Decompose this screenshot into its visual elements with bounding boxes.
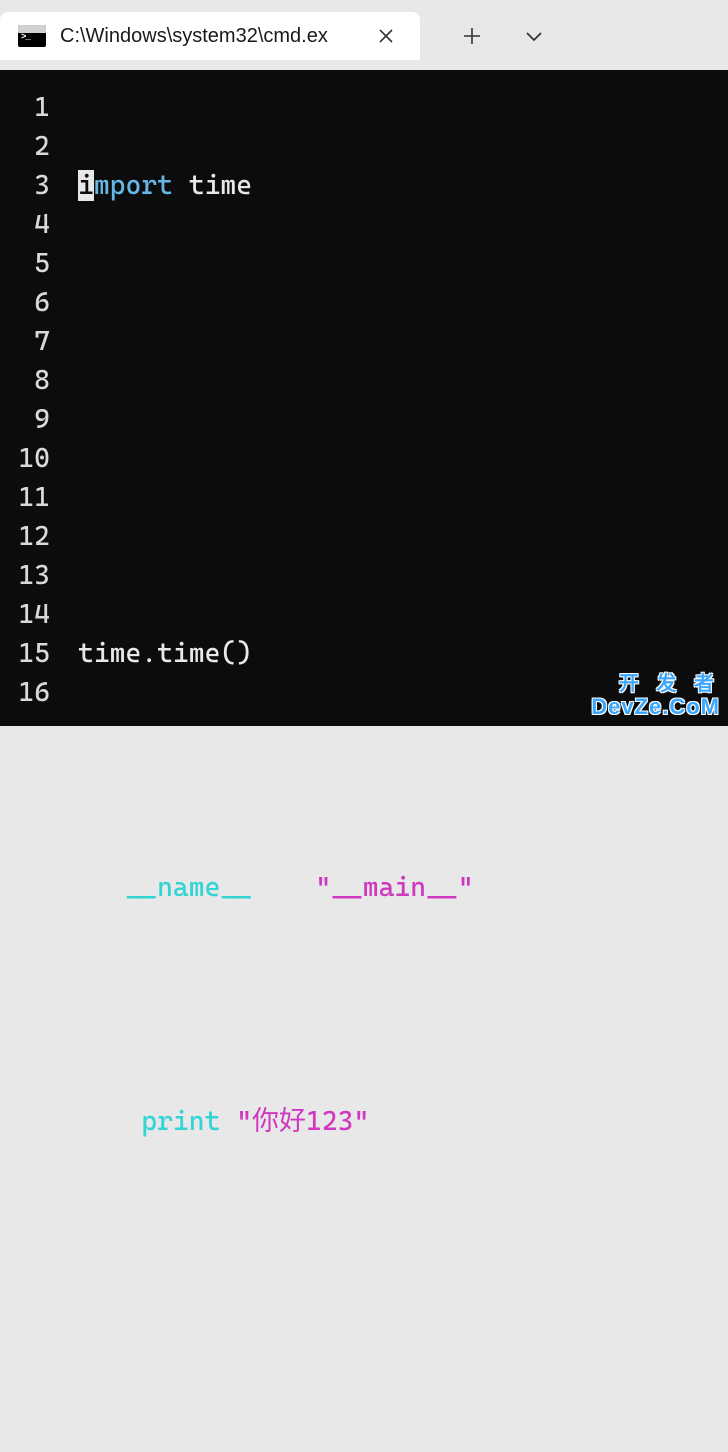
line-number: 11 [0,478,50,517]
line-number: 8 [0,361,50,400]
line-number: 13 [0,556,50,595]
plus-icon [463,27,481,45]
line-number: 3 [0,166,50,205]
code-line: print("你好123") [78,1102,489,1141]
tab-dropdown-button[interactable] [510,12,558,60]
close-icon [378,28,394,44]
line-number: 14 [0,595,50,634]
close-tab-button[interactable] [370,20,402,52]
code-line: time.time() [78,634,489,673]
line-number: 5 [0,244,50,283]
line-number: 2 [0,127,50,166]
code-line [78,1336,489,1375]
code-line [78,751,489,790]
code-line: import time [78,166,489,205]
line-number: 4 [0,205,50,244]
code-line [78,1219,489,1258]
line-number: 16 [0,673,50,712]
line-number: 1 [0,88,50,127]
new-tab-button[interactable] [448,12,496,60]
line-number: 10 [0,439,50,478]
code-editor[interactable]: 1 2 3 4 5 6 7 8 9 10 11 12 13 14 15 16 i… [0,70,728,726]
code-line: if __name__ == "__main__": [78,868,489,907]
code-line [78,517,489,556]
line-number: 7 [0,322,50,361]
terminal-tab[interactable]: C:\Windows\system32\cmd.ex [0,12,420,60]
line-number: 15 [0,634,50,673]
line-number-gutter: 1 2 3 4 5 6 7 8 9 10 11 12 13 14 15 16 [0,70,60,726]
cursor: i [78,170,94,201]
line-number: 12 [0,517,50,556]
code-content[interactable]: import time time.time() if __name__ == "… [60,70,489,726]
titlebar: C:\Windows\system32\cmd.ex [0,0,728,60]
code-line [78,400,489,439]
line-number: 9 [0,400,50,439]
line-number: 6 [0,283,50,322]
tab-title: C:\Windows\system32\cmd.ex [60,25,360,48]
code-line [78,985,489,1024]
chevron-down-icon [525,30,543,42]
code-line [78,283,489,322]
cmd-icon [18,25,46,47]
